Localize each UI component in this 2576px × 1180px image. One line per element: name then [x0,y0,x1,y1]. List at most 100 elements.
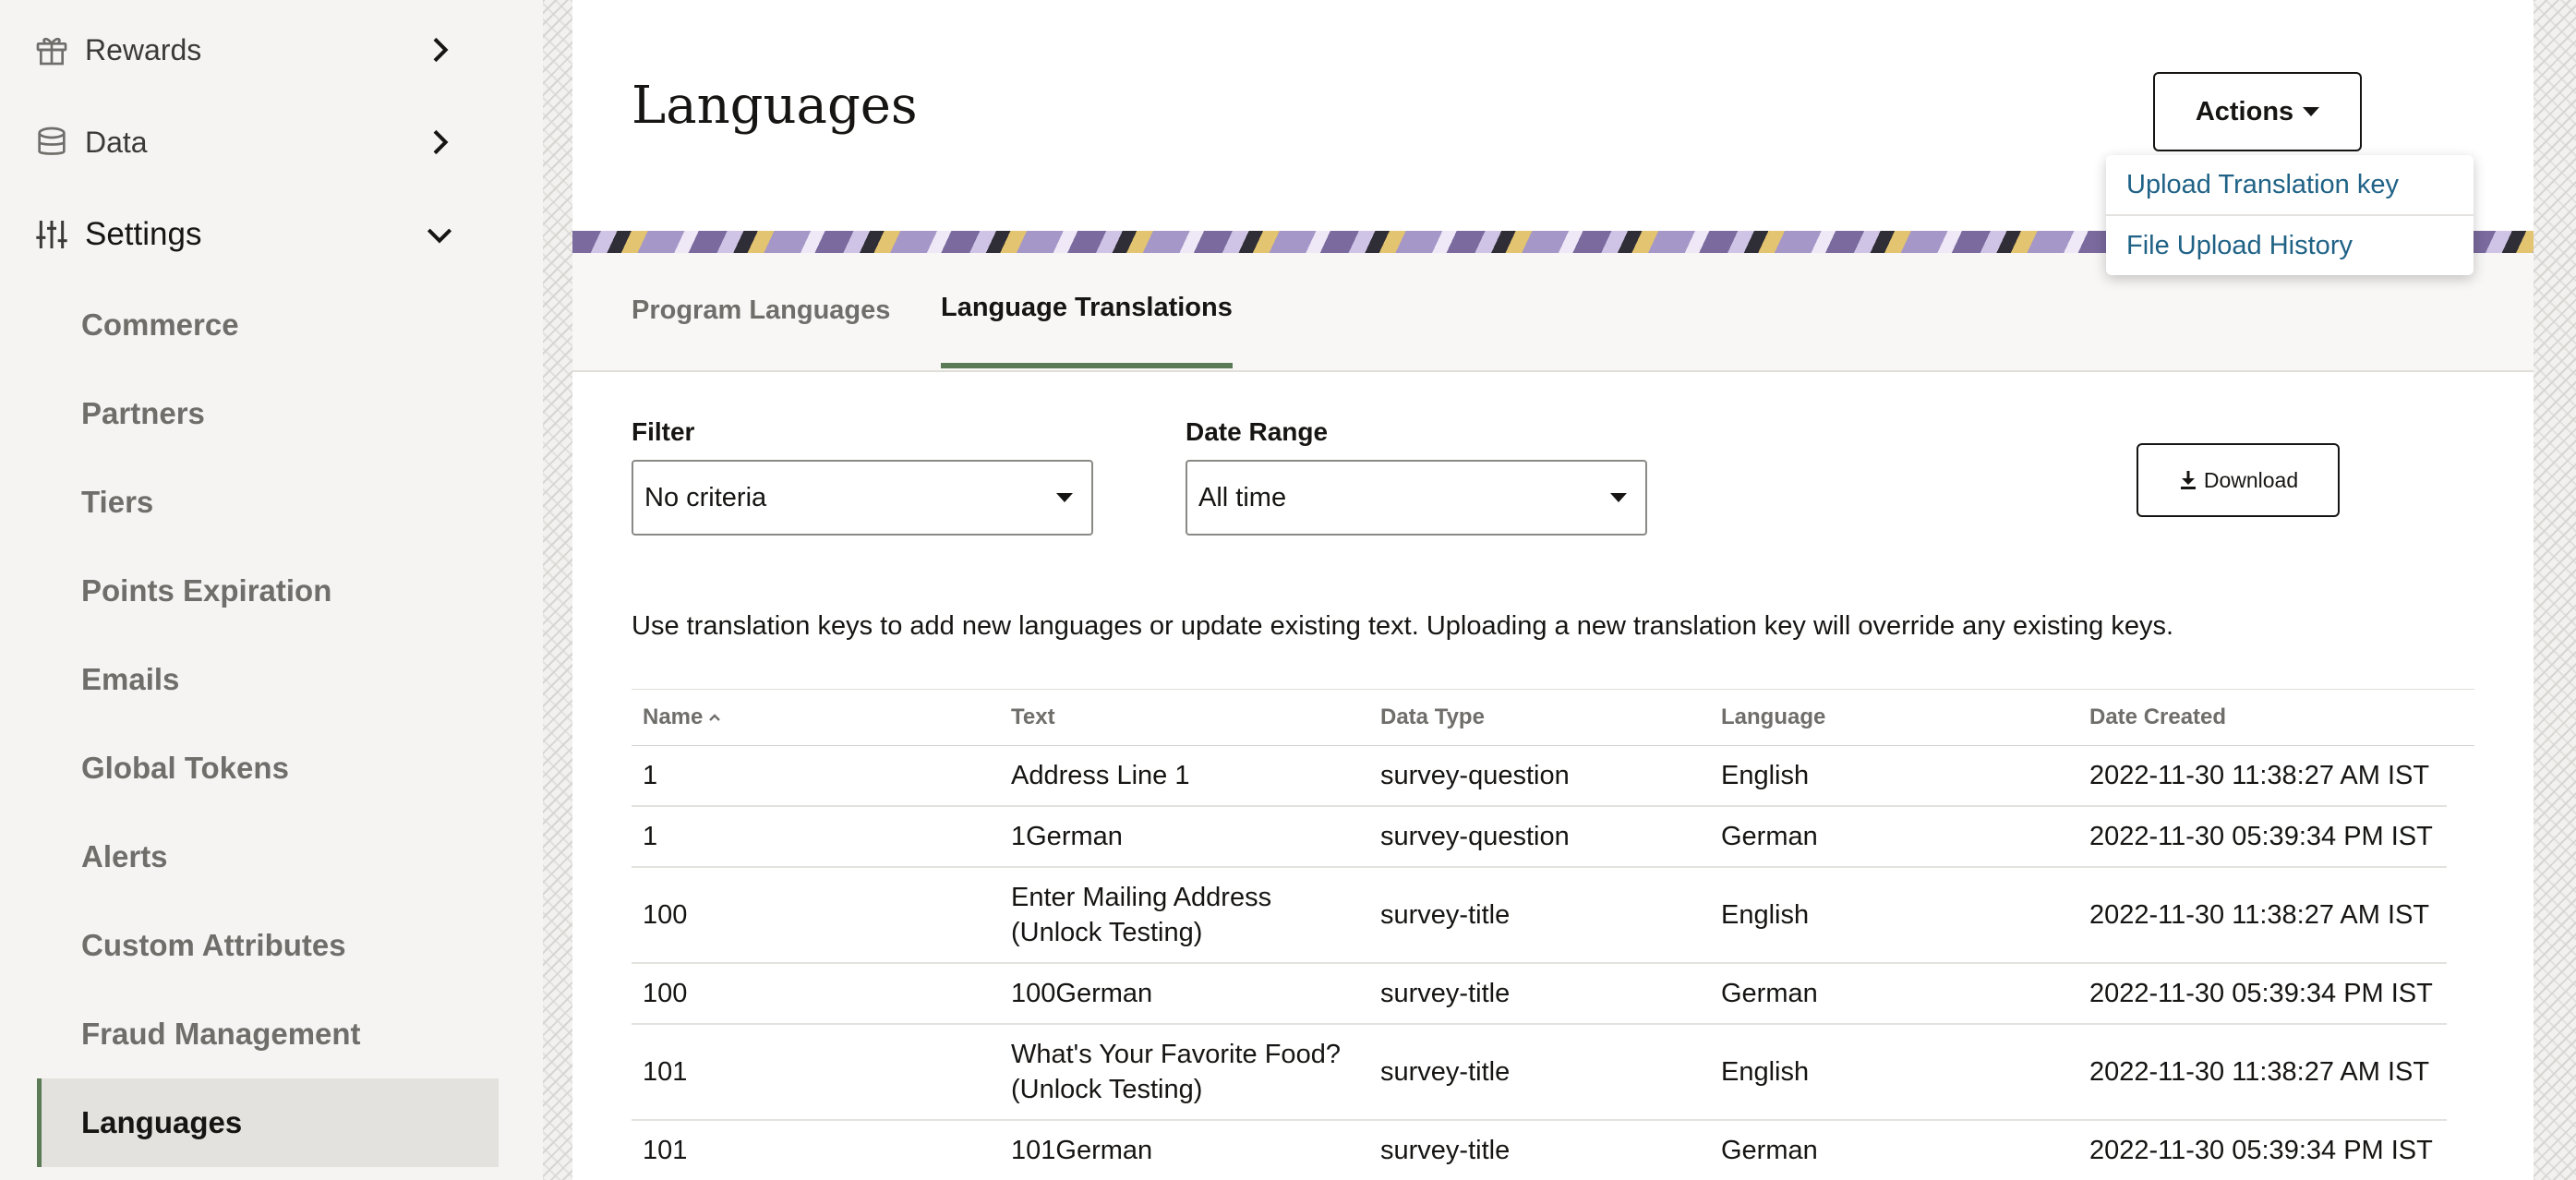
sidebar-item-custom-attributes[interactable]: Custom Attributes [37,901,499,990]
date-range-select[interactable]: All time [1186,460,1647,536]
download-icon [2180,471,2196,489]
column-header-label: Name [643,704,704,729]
cell-date-created: 2022-11-30 11:38:27 AM IST [2089,1057,2430,1087]
cell-language: English [1721,900,1810,930]
gift-icon [36,38,67,66]
column-header-label: Text [1011,704,1055,729]
filter-label: Filter [632,417,695,446]
decorative-pattern-left [543,0,572,1180]
cell-language: English [1721,761,1810,790]
table-header: Name Text Data Type Language Date Create… [632,689,2474,746]
cell-data-type: survey-question [1380,761,1570,790]
actions-button-label: Actions [2195,96,2294,126]
decorative-pattern-right [2534,0,2576,1180]
info-text: Use translation keys to add new language… [632,611,2174,641]
cell-language: English [1721,1057,1810,1087]
sidebar-item-label: Fraud Management [81,1017,361,1051]
sidebar-item-label: Alerts [81,839,168,873]
cell-text: 100German [1011,979,1153,1008]
sidebar-item-label: Partners [81,396,205,430]
caret-down-icon [2303,107,2320,116]
sidebar-item-emails[interactable]: Emails [37,635,499,724]
nav-item-label: Data [85,125,148,159]
sidebar-item-label: Tiers [81,485,154,519]
download-button-label: Download [2203,467,2299,492]
sidebar-item-partners[interactable]: Partners [37,369,499,458]
sidebar-item-commerce[interactable]: Commerce [37,281,499,369]
cell-name: 100 [643,979,688,1008]
sidebar: Rewards Data Settings Commerce Partners … [0,0,543,1180]
caret-down-icon [1610,493,1627,502]
active-indicator [37,1078,42,1167]
sidebar-item-points-expiration[interactable]: Points Expiration [37,547,499,635]
sidebar-item-label: Points Expiration [81,573,332,608]
table-row[interactable]: 100 Enter Mailing Address (Unlock Testin… [632,868,2447,964]
actions-dropdown-menu: Upload Translation key File Upload Histo… [2106,155,2474,275]
sidebar-item-label: Custom Attributes [81,928,346,962]
column-header-name[interactable]: Name [643,690,721,745]
column-header-text[interactable]: Text [1011,690,1055,745]
date-range-label: Date Range [1186,417,1329,446]
cell-text: What's Your Favorite Food? (Unlock Testi… [1011,1040,1341,1104]
nav-item-label: Rewards [85,32,202,66]
cell-name: 100 [643,900,688,930]
cell-language: German [1721,822,1818,851]
nav-item-label: Settings [85,216,202,252]
menu-item-upload-translation-key[interactable]: Upload Translation key [2106,155,2474,214]
tab-label: Language Translations [941,293,1233,322]
cell-data-type: survey-title [1380,900,1511,930]
cell-data-type: survey-title [1380,1057,1511,1087]
translations-table: Name Text Data Type Language Date Create… [632,689,2474,1180]
nav-item-settings[interactable]: Settings [0,188,499,281]
chevron-right-icon [433,37,449,63]
sidebar-item-label: Languages [81,1105,243,1139]
sidebar-item-label: Commerce [81,307,239,342]
column-header-data-type[interactable]: Data Type [1380,690,1485,745]
table-row[interactable]: 1 Address Line 1 survey-question English… [632,746,2447,807]
table-row[interactable]: 1 1German survey-question German 2022-11… [632,807,2447,868]
menu-item-file-upload-history[interactable]: File Upload History [2106,216,2474,275]
sidebar-item-languages[interactable]: Languages [37,1078,499,1167]
cell-data-type: survey-question [1380,822,1570,851]
page-title: Languages [632,76,918,136]
chevron-down-icon [427,228,452,244]
column-header-language[interactable]: Language [1721,690,1825,745]
sidebar-item-fraud-management[interactable]: Fraud Management [37,990,499,1078]
caret-down-icon [1056,493,1073,502]
column-header-date-created[interactable]: Date Created [2089,690,2226,745]
table-row[interactable]: 101 101German survey-title German 2022-1… [632,1121,2447,1180]
download-button[interactable]: Download [2137,443,2340,517]
chevron-right-icon [433,129,449,155]
cell-date-created: 2022-11-30 05:39:34 PM IST [2089,822,2433,851]
sidebar-item-label: Emails [81,662,180,696]
cell-date-created: 2022-11-30 05:39:34 PM IST [2089,1136,2433,1165]
filter-select[interactable]: No criteria [632,460,1093,536]
sidebar-item-global-tokens[interactable]: Global Tokens [37,724,499,813]
nav-item-rewards[interactable]: Rewards [0,4,499,96]
table-row[interactable]: 100 100German survey-title German 2022-1… [632,964,2447,1025]
table-row[interactable]: 101 What's Your Favorite Food? (Unlock T… [632,1025,2447,1121]
sliders-icon [36,221,67,248]
cell-name: 101 [643,1057,688,1087]
cell-name: 1 [643,761,658,790]
cell-name: 1 [643,822,658,851]
cell-language: German [1721,1136,1818,1165]
cell-date-created: 2022-11-30 05:39:34 PM IST [2089,979,2433,1008]
cell-text: 1German [1011,822,1123,851]
cell-date-created: 2022-11-30 11:38:27 AM IST [2089,900,2430,930]
filter-select-value: No criteria [644,482,767,512]
cell-date-created: 2022-11-30 11:38:27 AM IST [2089,761,2430,790]
sidebar-item-tiers[interactable]: Tiers [37,458,499,547]
sidebar-item-label: Global Tokens [81,751,289,785]
cell-name: 101 [643,1136,688,1165]
database-icon [38,126,66,155]
cell-data-type: survey-title [1380,979,1511,1008]
tab-language-translations[interactable]: Language Translations [941,253,1233,368]
tab-program-languages[interactable]: Program Languages [632,253,890,368]
cell-text: Address Line 1 [1011,761,1190,790]
actions-button[interactable]: Actions [2153,72,2362,151]
nav-item-data[interactable]: Data [0,96,499,188]
column-header-label: Language [1721,704,1826,729]
date-range-select-value: All time [1198,482,1287,512]
sidebar-item-alerts[interactable]: Alerts [37,813,499,901]
